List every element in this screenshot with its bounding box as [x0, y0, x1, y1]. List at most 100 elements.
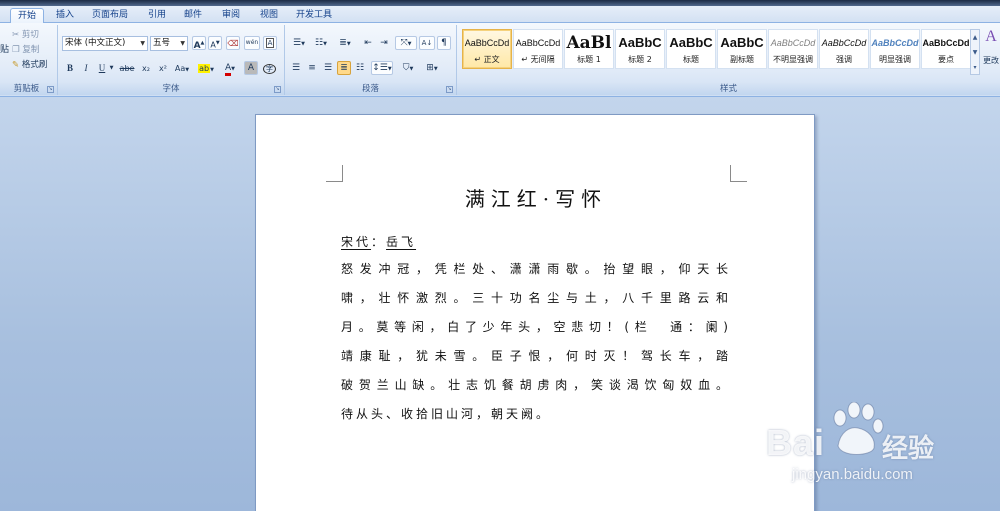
shading-button[interactable]: ⛉▼	[397, 61, 419, 75]
margin-corner-mark	[326, 165, 343, 182]
align-right-button[interactable]: ☰	[321, 61, 335, 75]
decrease-indent-button[interactable]: ⇤	[361, 36, 375, 50]
enclosed-char-icon: A	[265, 38, 275, 48]
bullets-button[interactable]: ☰▼	[289, 36, 309, 50]
style-intense-emphasis[interactable]: AaBbCcDd 明显强调	[870, 29, 920, 69]
borders-button[interactable]: ⊞▼	[421, 61, 443, 75]
chevron-down-icon[interactable]: ▼	[108, 61, 115, 75]
chevron-down-icon[interactable]: ▼	[971, 45, 979, 60]
watermark-brand: Bai	[766, 422, 826, 463]
font-color-button[interactable]: A▼	[220, 61, 240, 76]
margin-corner-mark	[730, 165, 747, 182]
font-group: 宋体 (中文正文) ▼ 五号 ▼ A▲ A▼ ⌫ wén A B I U ▼ abe…	[58, 25, 285, 95]
sort-button[interactable]: A↓	[419, 36, 435, 50]
more-styles-icon[interactable]: ▾	[971, 60, 979, 75]
underline-button[interactable]: U	[95, 61, 109, 75]
superscript-button[interactable]: x²	[155, 61, 171, 75]
style-heading-1[interactable]: AaBl 标题 1	[564, 29, 614, 69]
font-size-combo[interactable]: 五号 ▼	[150, 36, 188, 51]
tab-view[interactable]: 视图	[252, 8, 286, 23]
style-subtitle[interactable]: AaBbC 副标题	[717, 29, 767, 69]
cut-button[interactable]: ✂ 剪切	[12, 28, 39, 42]
change-case-button[interactable]: Aa▼	[172, 61, 192, 75]
style-name: 明显强调	[879, 55, 911, 64]
style-no-spacing[interactable]: AaBbCcDd ↵ 无间隔	[513, 29, 563, 69]
shrink-font-button[interactable]: A▼	[208, 36, 222, 50]
line-spacing-button[interactable]: ↕☰▼	[371, 61, 393, 75]
chinese-layout-icon: ⤧	[400, 38, 408, 48]
tab-review[interactable]: 审阅	[214, 8, 248, 23]
copy-icon: ❐	[12, 45, 20, 55]
numbering-button[interactable]: ☷▼	[311, 36, 331, 50]
enclose-char-button[interactable]: A	[263, 36, 277, 50]
style-name: 标题	[683, 55, 699, 64]
distributed-button[interactable]: ☷	[353, 61, 367, 75]
circled-char-icon: 字	[263, 64, 276, 74]
font-name-combo[interactable]: 宋体 (中文正文) ▼	[62, 36, 148, 51]
change-styles-button[interactable]: A 更改	[982, 27, 1000, 87]
enclosed-characters-button[interactable]: 字	[262, 61, 276, 75]
style-name: 副标题	[730, 55, 754, 64]
font-name-value: 宋体 (中文正文)	[65, 38, 126, 48]
phonetic-guide-button[interactable]: wén	[244, 36, 260, 50]
grow-font-button[interactable]: A▲	[192, 36, 206, 51]
align-center-button[interactable]: ≡	[305, 61, 319, 75]
style-name: 不明显强调	[773, 55, 813, 64]
chevron-up-icon[interactable]: ▲	[971, 30, 979, 45]
style-name: ↵ 正文	[474, 55, 500, 64]
style-title[interactable]: AaBbC 标题	[666, 29, 716, 69]
style-name: ↵ 无间隔	[521, 55, 555, 64]
style-sample: AaBbCcDd	[770, 38, 816, 48]
bold-button[interactable]: B	[63, 61, 77, 75]
paragraph-launcher-icon[interactable]: ↘	[446, 86, 453, 93]
baidu-jingyan-watermark: Bai 经验 jingyan.baidu.com	[762, 402, 1000, 511]
tab-developer[interactable]: 开发工具	[290, 8, 338, 23]
indent-icon: ⇥	[380, 38, 388, 48]
character-shading-button[interactable]: A	[244, 61, 258, 75]
document-page[interactable]: 满江红·写怀 宋代：岳飞 怒发冲冠，凭栏处、潇潇雨歇。抬望眼，仰天长 啸，壮怀激…	[255, 114, 815, 511]
phonetic-guide-icon: wén	[245, 39, 259, 46]
align-left-icon: ☰	[291, 63, 301, 73]
clipboard-group: 贴 ✂ 剪切 ❐ 复制 ✎ 格式刷 剪贴板 ↘	[0, 25, 58, 95]
tab-home[interactable]: 开始	[10, 8, 44, 24]
eraser-icon: ⌫	[227, 39, 239, 48]
highlight-button[interactable]: ab▼	[196, 61, 216, 75]
tab-page-layout[interactable]: 页面布局	[86, 8, 134, 23]
copy-label: 复制	[22, 45, 40, 55]
style-heading-2[interactable]: AaBbC 标题 2	[615, 29, 665, 69]
format-painter-button[interactable]: ✎ 格式刷	[12, 58, 47, 72]
style-subtle-emphasis[interactable]: AaBbCcDd 不明显强调	[768, 29, 818, 69]
styles-group-label: 样式	[457, 83, 1000, 95]
poem-line: 啸，壮怀激烈。三十功名尘与土，八千里路云和	[341, 291, 731, 305]
style-sample: AaBbCcDd	[821, 38, 867, 48]
ribbon: 贴 ✂ 剪切 ❐ 复制 ✎ 格式刷 剪贴板 ↘ 宋体 (中文正文) ▼ 五号 ▼ A…	[0, 23, 1000, 97]
style-sample: AaBbC	[618, 35, 662, 50]
multilevel-list-button[interactable]: ≣▼	[335, 36, 355, 50]
style-sample: AaBbCcDd	[464, 38, 510, 48]
outdent-icon: ⇤	[364, 38, 372, 48]
font-launcher-icon[interactable]: ↘	[274, 86, 281, 93]
show-marks-button[interactable]: ¶	[437, 36, 451, 50]
clipboard-launcher-icon[interactable]: ↘	[47, 86, 54, 93]
copy-button[interactable]: ❐ 复制	[12, 43, 39, 57]
tab-insert[interactable]: 插入	[48, 8, 82, 23]
subscript-button[interactable]: x₂	[138, 61, 154, 75]
style-emphasis[interactable]: AaBbCcDd 强调	[819, 29, 869, 69]
style-name: 标题 2	[628, 55, 652, 64]
increase-indent-button[interactable]: ⇥	[377, 36, 391, 50]
style-normal[interactable]: AaBbCcDd ↵ 正文	[462, 29, 512, 69]
strikethrough-button[interactable]: abe	[118, 61, 136, 75]
styles-gallery-scroll[interactable]: ▲ ▼ ▾	[970, 29, 980, 75]
style-strong[interactable]: AaBbCcDd 要点	[921, 29, 971, 69]
tab-mailings[interactable]: 邮件	[176, 8, 210, 23]
cut-label: 剪切	[21, 30, 39, 40]
align-left-button[interactable]: ☰	[289, 61, 303, 75]
ribbon-tab-row: 开始 插入 页面布局 引用 邮件 审阅 视图 开发工具	[0, 6, 1000, 24]
italic-button[interactable]: I	[79, 61, 93, 75]
chinese-layout-button[interactable]: ⤧▼	[395, 36, 417, 50]
tab-references[interactable]: 引用	[140, 8, 174, 23]
paste-button[interactable]: 贴	[0, 43, 9, 57]
paw-logo-icon	[833, 402, 884, 455]
clear-format-button[interactable]: ⌫	[226, 36, 240, 50]
justify-button[interactable]: ≣	[337, 61, 351, 75]
